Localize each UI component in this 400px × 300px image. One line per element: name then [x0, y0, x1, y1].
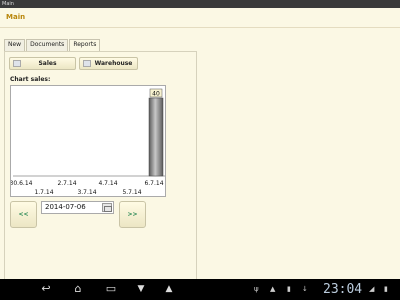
tab-reports[interactable]: Reports: [69, 39, 101, 51]
reports-panel: Sales Warehouse Chart sales: 40 30.6.14 2.…: [4, 51, 197, 287]
system-navigation-bar: ↩ ⌂ ▭ ▼ ▲ ψ ▲ ▮ ↓ 23:04 ◢ ▮: [0, 279, 400, 300]
x-tick-label: 1.7.14: [34, 189, 53, 196]
tab-new[interactable]: New: [4, 39, 26, 51]
usb-icon: ψ: [254, 285, 259, 293]
android-icon: ▲: [270, 285, 276, 293]
recent-apps-icon[interactable]: ▭: [103, 283, 119, 295]
window-title-bar: Main: [0, 0, 400, 8]
sales-chart-svg: 40 30.6.14 2.7.14 4.7.14 6.7.14 1.7.14 3.7.14 5…: [11, 88, 165, 196]
warehouse-button-label: Warehouse: [94, 60, 133, 67]
sd-card-icon: ▮: [287, 285, 291, 293]
back-icon[interactable]: ↩: [38, 283, 54, 295]
data-label: 40: [152, 91, 160, 98]
tab-documents[interactable]: Documents: [26, 39, 69, 51]
date-value: 2014-07-06: [45, 203, 86, 211]
next-date-button[interactable]: >>: [119, 201, 146, 228]
x-tick-label: 3.7.14: [77, 189, 96, 196]
prev-date-button[interactable]: <<: [10, 201, 37, 228]
battery-icon: ▮: [384, 285, 388, 293]
title-separator: [0, 27, 400, 28]
x-tick-label: 5.7.14: [122, 189, 141, 196]
sales-button[interactable]: Sales: [9, 57, 76, 70]
chart-bar: [148, 97, 164, 177]
home-icon[interactable]: ⌂: [70, 283, 86, 295]
date-field[interactable]: 2014-07-06: [41, 201, 114, 214]
sales-chart: 40 30.6.14 2.7.14 4.7.14 6.7.14 1.7.14 3.7.14 5…: [10, 85, 166, 197]
window-title: Main: [2, 1, 14, 7]
volume-up-icon[interactable]: ▲: [162, 283, 176, 295]
x-tick-label: 4.7.14: [98, 180, 117, 187]
tab-bar: New Documents Reports: [4, 39, 101, 51]
x-tick-label: 30.6.14: [11, 180, 33, 187]
x-tick-label: 6.7.14: [144, 180, 163, 187]
app-main: Main New Documents Reports Sales Warehou…: [0, 8, 400, 287]
warehouse-button[interactable]: Warehouse: [79, 57, 138, 70]
status-clock: 23:04: [323, 282, 363, 297]
x-tick-label: 2.7.14: [57, 180, 76, 187]
sales-button-label: Sales: [38, 60, 57, 67]
app-title: Main: [6, 13, 26, 21]
download-icon: ↓: [302, 285, 308, 293]
wifi-icon: ◢: [369, 285, 375, 293]
chart-sales-label: Chart sales:: [10, 76, 51, 83]
volume-down-icon[interactable]: ▼: [134, 283, 148, 295]
calendar-icon[interactable]: [102, 203, 112, 212]
